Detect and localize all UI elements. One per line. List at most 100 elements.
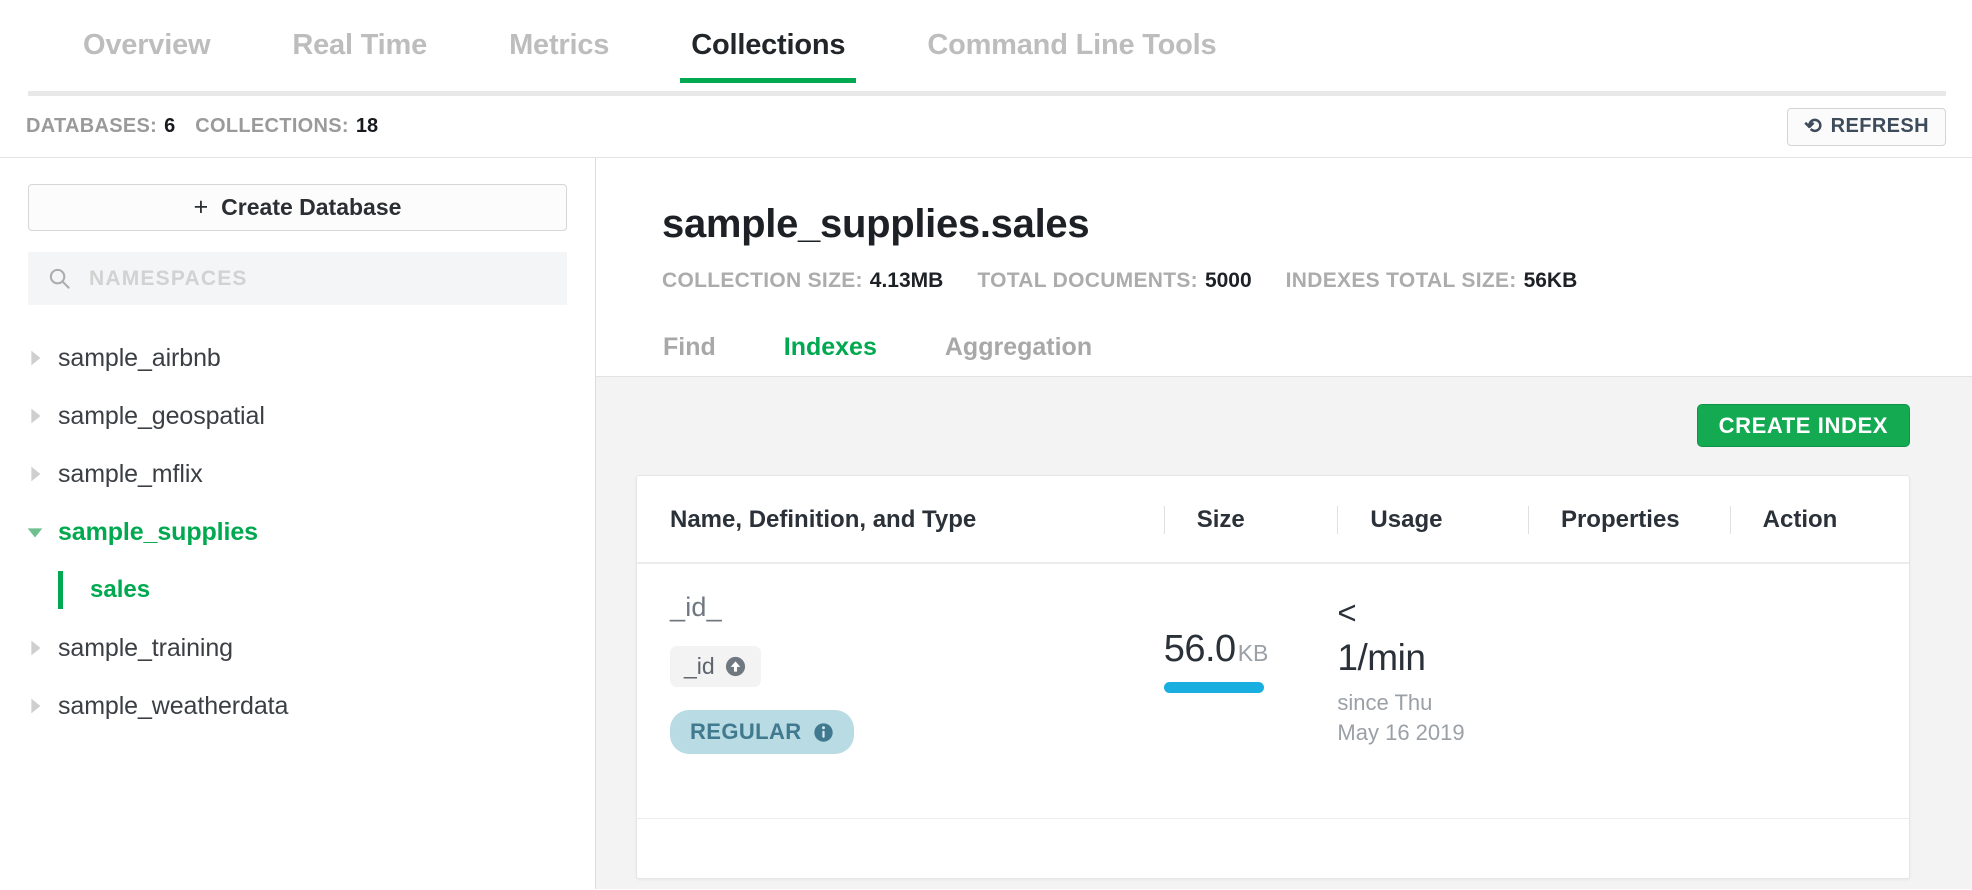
database-label: sample_airbnb [58, 344, 221, 373]
sidebar-database-sample-supplies[interactable]: sample_supplies [0, 503, 595, 561]
column-header-size[interactable]: Size [1164, 476, 1338, 563]
column-header-properties[interactable]: Properties [1528, 476, 1730, 563]
plus-icon: + [194, 193, 209, 222]
chevron-right-icon [24, 347, 46, 369]
tab-metrics[interactable]: Metrics [498, 29, 620, 62]
tab-aggregation[interactable]: Aggregation [945, 333, 1092, 362]
refresh-icon: ⟳ [1804, 116, 1822, 137]
sidebar-database-sample-geospatial[interactable]: sample_geospatial [0, 387, 595, 445]
column-header-usage-label: Usage [1337, 506, 1528, 534]
collection-subtabs: Find Indexes Aggregation [662, 319, 1972, 376]
create-database-button[interactable]: + Create Database [28, 184, 567, 231]
nav-tab-list: Overview Real Time Metrics Collections C… [0, 0, 1972, 91]
index-name-cell: _id_ _id REG [637, 563, 1164, 818]
tab-collections[interactable]: Collections [680, 29, 856, 62]
indexes-total-size-label: INDEXES TOTAL SIZE: [1286, 269, 1517, 292]
usage-since-line2: May 16 2019 [1337, 718, 1528, 748]
usage-rate: 1/min [1337, 637, 1528, 679]
index-size-readout: 56.0KB [1164, 628, 1338, 671]
namespace-search-input[interactable] [89, 267, 547, 291]
index-type-label: REGULAR [690, 719, 802, 745]
refresh-button[interactable]: ⟳ REFRESH [1787, 108, 1946, 146]
usage-since: since Thu May 16 2019 [1337, 688, 1528, 747]
tab-indexes[interactable]: Indexes [784, 333, 877, 362]
index-size-cell: 56.0KB [1164, 563, 1338, 818]
usage-since-line1: since Thu [1337, 688, 1528, 718]
database-label: sample_geospatial [58, 402, 265, 431]
collection-label: sales [90, 576, 150, 604]
sidebar-database-sample-training[interactable]: sample_training [0, 619, 595, 677]
indexes-panel: CREATE INDEX Name, Definition, and Type … [596, 376, 1972, 889]
databases-value: 6 [164, 115, 175, 138]
chevron-right-icon [24, 695, 46, 717]
total-documents-label: TOTAL DOCUMENTS: [977, 269, 1198, 292]
selected-indicator-bar [58, 571, 63, 609]
index-size-value: 56.0 [1164, 628, 1236, 670]
database-label: sample_training [58, 634, 233, 663]
chevron-down-icon [24, 521, 46, 543]
collection-size-value: 4.13MB [870, 269, 944, 292]
column-header-size-label: Size [1164, 506, 1338, 534]
page-title: sample_supplies.sales [662, 202, 1972, 247]
tab-overview[interactable]: Overview [72, 29, 221, 62]
tab-command-line-tools[interactable]: Command Line Tools [916, 29, 1227, 62]
namespace-sidebar: + Create Database sample_airbnb samp [0, 158, 596, 889]
index-name: _id_ [670, 592, 1164, 623]
indexes-table: Name, Definition, and Type Size Usage Pr… [637, 476, 1909, 819]
collections-label: COLLECTIONS: [195, 115, 349, 138]
chevron-right-icon [24, 637, 46, 659]
collections-count: COLLECTIONS: 18 [195, 115, 378, 138]
index-size-bar [1164, 682, 1264, 693]
collections-value: 18 [356, 115, 378, 138]
total-documents-stat: TOTAL DOCUMENTS: 5000 [977, 269, 1251, 293]
table-row: _id_ _id REG [637, 563, 1909, 818]
usage-comparator: < [1337, 596, 1528, 629]
collection-size-label: COLLECTION SIZE: [662, 269, 863, 292]
create-index-button[interactable]: CREATE INDEX [1697, 404, 1910, 447]
indexes-table-body: _id_ _id REG [637, 563, 1909, 818]
index-field-label: _id [684, 653, 715, 680]
tab-find[interactable]: Find [663, 333, 716, 362]
databases-count: DATABASES: 6 [26, 115, 175, 138]
database-label: sample_supplies [58, 518, 258, 547]
database-label: sample_mflix [58, 460, 203, 489]
column-header-name-label: Name, Definition, and Type [670, 506, 1164, 534]
info-icon[interactable] [813, 722, 834, 743]
sidebar-database-sample-airbnb[interactable]: sample_airbnb [0, 329, 595, 387]
column-header-usage[interactable]: Usage [1337, 476, 1528, 563]
column-header-action-label: Action [1730, 506, 1909, 534]
indexes-table-card: Name, Definition, and Type Size Usage Pr… [636, 475, 1910, 879]
indexes-table-head: Name, Definition, and Type Size Usage Pr… [637, 476, 1909, 563]
indexes-total-size-value: 56KB [1524, 269, 1578, 292]
sidebar-database-sample-mflix[interactable]: sample_mflix [0, 445, 595, 503]
indexes-total-size-stat: INDEXES TOTAL SIZE: 56KB [1286, 269, 1578, 293]
column-header-name[interactable]: Name, Definition, and Type [637, 476, 1164, 563]
tab-real-time[interactable]: Real Time [281, 29, 438, 62]
indexes-toolbar: CREATE INDEX [636, 377, 1910, 447]
total-documents-value: 5000 [1205, 269, 1252, 292]
column-header-properties-label: Properties [1528, 506, 1730, 534]
index-action-cell [1730, 563, 1909, 818]
refresh-button-label: REFRESH [1831, 115, 1929, 138]
create-database-label: Create Database [221, 194, 401, 221]
namespace-search[interactable] [28, 252, 567, 305]
index-properties-cell [1528, 563, 1730, 818]
collection-detail-pane: sample_supplies.sales COLLECTION SIZE: 4.… [596, 158, 1972, 889]
collection-header: sample_supplies.sales COLLECTION SIZE: 4.… [596, 158, 1972, 376]
collection-stats: COLLECTION SIZE: 4.13MB TOTAL DOCUMENTS: 5… [662, 269, 1972, 293]
table-header-row: Name, Definition, and Type Size Usage Pr… [637, 476, 1909, 563]
database-stats-bar: DATABASES: 6 COLLECTIONS: 18 ⟳ REFRESH [0, 96, 1972, 158]
primary-navigation: Overview Real Time Metrics Collections C… [0, 0, 1972, 96]
search-icon [48, 267, 71, 290]
chevron-right-icon [24, 463, 46, 485]
sidebar-collection-sales[interactable]: sales [0, 561, 595, 619]
chevron-right-icon [24, 405, 46, 427]
database-label: sample_weatherdata [58, 692, 288, 721]
column-header-action[interactable]: Action [1730, 476, 1909, 563]
index-field-chip: _id [670, 646, 761, 687]
content-area: + Create Database sample_airbnb samp [0, 158, 1972, 889]
index-size-unit: KB [1238, 640, 1269, 666]
databases-label: DATABASES: [26, 115, 157, 138]
sort-ascending-icon [724, 655, 747, 678]
sidebar-database-sample-weatherdata[interactable]: sample_weatherdata [0, 677, 595, 735]
